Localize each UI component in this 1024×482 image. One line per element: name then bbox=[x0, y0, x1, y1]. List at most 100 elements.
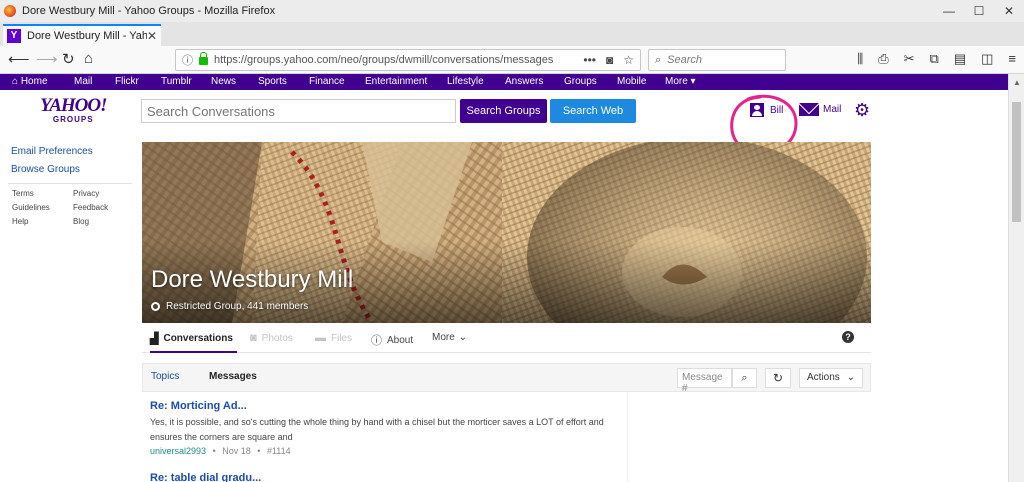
browse-groups-link[interactable]: Browse Groups bbox=[11, 164, 80, 175]
sidebar-icon[interactable]: ◫ bbox=[981, 51, 993, 67]
browser-search-input[interactable]: ⌕ Search bbox=[648, 49, 786, 71]
feedback-link[interactable]: Feedback bbox=[73, 203, 108, 212]
nav-sports[interactable]: Sports bbox=[258, 76, 287, 87]
search-web-button[interactable]: Search Web bbox=[550, 99, 636, 123]
message-author[interactable]: universal2993 bbox=[150, 446, 206, 456]
mail-link[interactable]: Mail bbox=[799, 103, 841, 116]
restricted-icon bbox=[151, 302, 160, 311]
message-search-icon[interactable]: ⌕ bbox=[732, 368, 757, 388]
nav-tumblr[interactable]: Tumblr bbox=[161, 76, 192, 87]
refresh-icon[interactable]: ↻ bbox=[765, 368, 791, 388]
terms-link[interactable]: Terms bbox=[12, 189, 34, 198]
group-tabs: ▟ Conversations ◙ Photos ▬ Files ⓘ About… bbox=[142, 323, 871, 353]
pocket-icon[interactable]: ◙ bbox=[606, 53, 613, 67]
help-link[interactable]: Help bbox=[12, 217, 28, 226]
guidelines-link[interactable]: Guidelines bbox=[12, 203, 50, 212]
tab-about[interactable]: ⓘ About bbox=[371, 332, 413, 348]
yahoo-favicon-icon: Y bbox=[7, 29, 21, 43]
logo-sub-text: GROUPS bbox=[52, 115, 94, 124]
folder-icon: ▬ bbox=[315, 332, 326, 344]
tab-close-icon[interactable]: ✕ bbox=[147, 29, 157, 43]
back-icon[interactable]: ⟵ bbox=[8, 50, 30, 68]
nav-more[interactable]: More ▾ bbox=[665, 76, 696, 87]
paste-icon[interactable]: ▤ bbox=[954, 51, 966, 67]
yahoo-top-nav: ⌂ Home Mail Flickr Tumblr News Sports Fi… bbox=[0, 74, 1008, 90]
settings-gear-icon[interactable]: ⚙ bbox=[854, 101, 870, 119]
messages-toolbar: Topics Messages Message # ⌕ ↻ Actions ⌄ bbox=[142, 363, 871, 394]
woven-baskets-image bbox=[142, 142, 871, 323]
blog-link[interactable]: Blog bbox=[73, 217, 89, 226]
tab-files-label: Files bbox=[331, 332, 353, 344]
nav-mail[interactable]: Mail bbox=[74, 76, 92, 87]
message-number-input[interactable]: Message # bbox=[677, 368, 732, 394]
tab-photos[interactable]: ◙ Photos bbox=[250, 332, 293, 344]
home-icon[interactable]: ⌂ bbox=[84, 50, 93, 67]
close-window-button[interactable]: ✕ bbox=[994, 0, 1024, 22]
actions-label: Actions bbox=[807, 372, 840, 383]
search-groups-button[interactable]: Search Groups bbox=[460, 99, 547, 123]
nav-groups[interactable]: Groups bbox=[564, 76, 597, 87]
scrollbar-thumb[interactable] bbox=[1012, 102, 1021, 222]
nav-mobile[interactable]: Mobile bbox=[617, 76, 646, 87]
print-icon[interactable]: ⎙ bbox=[878, 51, 888, 67]
tab-strip: Y Dore Westbury Mill - Yahoo Gr ✕ + bbox=[0, 22, 1024, 63]
tab-photos-label: Photos bbox=[261, 332, 293, 344]
tab-about-label: About bbox=[387, 334, 414, 346]
tab-files[interactable]: ▬ Files bbox=[315, 332, 352, 344]
maximize-button[interactable]: ☐ bbox=[964, 0, 994, 22]
lock-icon bbox=[199, 52, 208, 65]
message-meta: universal2993 • Nov 18 • #1114 bbox=[150, 446, 291, 456]
topics-link[interactable]: Topics bbox=[151, 371, 179, 382]
home-icon: ⌂ bbox=[12, 76, 21, 87]
bookmark-star-icon[interactable]: ☆ bbox=[623, 53, 634, 67]
browser-tab[interactable]: Y Dore Westbury Mill - Yahoo Gr ✕ bbox=[3, 24, 161, 46]
url-bar[interactable]: ⓘ https://groups.yahoo.com/neo/groups/dw… bbox=[175, 49, 641, 71]
tab-conversations-label: Conversations bbox=[163, 333, 233, 344]
nav-flickr[interactable]: Flickr bbox=[115, 76, 139, 87]
firefox-icon bbox=[4, 5, 16, 17]
nav-finance[interactable]: Finance bbox=[309, 76, 345, 87]
sidebar-divider bbox=[8, 183, 132, 184]
message-snippet: Yes, it is possible, and so's cutting th… bbox=[150, 417, 604, 442]
list-item[interactable]: Re: Morticing Ad... Yes, it is possible,… bbox=[150, 400, 625, 456]
message-date: Nov 18 bbox=[222, 446, 251, 456]
window-titlebar: Dore Westbury Mill - Yahoo Groups - Mozi… bbox=[0, 0, 1024, 22]
nav-toolbar: ⟵ ⟶ ↻ ⌂ ⓘ https://groups.yahoo.com/neo/g… bbox=[0, 46, 1024, 74]
group-cover-photo bbox=[142, 142, 871, 323]
yahoo-groups-logo[interactable]: YAHOO! GROUPS bbox=[40, 95, 107, 124]
reload-icon[interactable]: ↻ bbox=[62, 50, 75, 68]
tab-conversations[interactable]: ▟ Conversations bbox=[150, 332, 237, 353]
url-text[interactable]: https://groups.yahoo.com/neo/groups/dwmi… bbox=[214, 54, 573, 66]
menu-icon[interactable]: ≡ bbox=[1008, 51, 1016, 67]
toolbar-icons: ⫼ ⎙ ✂ ⧉ ▤ ◫ ≡ bbox=[857, 51, 1016, 67]
message-subject[interactable]: Re: table dial gradu... bbox=[150, 472, 625, 482]
nav-home[interactable]: ⌂ Home bbox=[12, 76, 48, 87]
library-icon[interactable]: ⫼ bbox=[857, 51, 863, 67]
tab-more[interactable]: More ⌄ bbox=[432, 332, 467, 343]
actions-dropdown[interactable]: Actions ⌄ bbox=[799, 368, 863, 388]
search-conversations-input[interactable] bbox=[141, 99, 456, 123]
group-name: Dore Westbury Mill bbox=[151, 266, 354, 293]
info-icon[interactable]: ⓘ bbox=[182, 52, 193, 68]
forward-icon[interactable]: ⟶ bbox=[36, 50, 58, 68]
page-actions-icon[interactable]: ••• bbox=[583, 53, 596, 67]
window-controls: — ☐ ✕ bbox=[934, 0, 1024, 22]
logo-main-text: YAHOO! bbox=[40, 95, 107, 116]
privacy-link[interactable]: Privacy bbox=[73, 189, 99, 198]
email-preferences-link[interactable]: Email Preferences bbox=[11, 146, 93, 157]
copy-icon[interactable]: ⧉ bbox=[930, 51, 939, 67]
list-item[interactable]: Re: table dial gradu... bbox=[150, 472, 625, 482]
scroll-up-icon[interactable]: ▲ bbox=[1013, 78, 1021, 87]
nav-lifestyle[interactable]: Lifestyle bbox=[447, 76, 484, 87]
minimize-button[interactable]: — bbox=[934, 0, 964, 22]
nav-entertainment[interactable]: Entertainment bbox=[365, 76, 427, 87]
page-scrollbar[interactable]: ▲ bbox=[1008, 74, 1024, 482]
mail-envelope-icon bbox=[799, 103, 819, 116]
messages-label[interactable]: Messages bbox=[209, 371, 257, 382]
message-subject[interactable]: Re: Morticing Ad... bbox=[150, 400, 625, 412]
conversations-icon: ▟ bbox=[150, 333, 159, 345]
help-icon[interactable]: ? bbox=[842, 331, 854, 343]
cut-icon[interactable]: ✂ bbox=[904, 51, 915, 67]
nav-answers[interactable]: Answers bbox=[505, 76, 543, 87]
nav-news[interactable]: News bbox=[211, 76, 236, 87]
